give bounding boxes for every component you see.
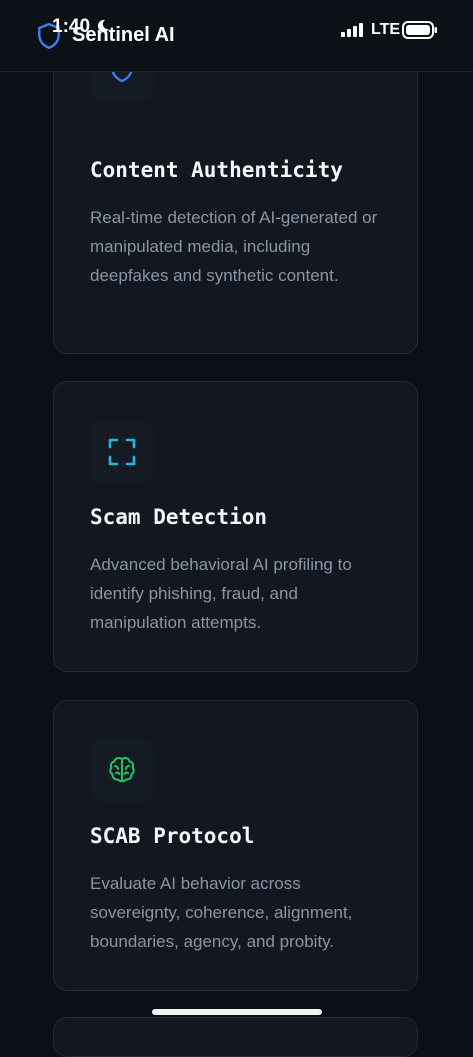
card-title: SCAB Protocol — [90, 824, 255, 848]
card-title: Scam Detection — [90, 505, 268, 529]
feature-card-content-authenticity[interactable]: Content Authenticity Real-time detection… — [53, 24, 418, 354]
home-indicator[interactable] — [152, 1009, 322, 1015]
brain-icon — [109, 756, 135, 783]
scan-frame-icon — [108, 438, 136, 466]
icon-container — [90, 420, 154, 484]
feature-card-next[interactable] — [53, 1017, 418, 1057]
network-type: LTE — [371, 21, 401, 38]
card-description: Advanced behavioral AI profiling to iden… — [90, 555, 352, 632]
status-time: 1:40 — [52, 16, 91, 37]
signal-icon — [341, 23, 363, 37]
feature-card-scam-detection[interactable]: Scam Detection Advanced behavioral AI pr… — [53, 381, 418, 672]
card-description: Real-time detection of AI-generated or m… — [90, 208, 378, 285]
app-header: Sentinel AI 1:40 LTE — [0, 0, 473, 72]
feature-card-scab-protocol[interactable]: SCAB Protocol Evaluate AI behavior acros… — [53, 700, 418, 991]
moon-icon — [97, 19, 109, 32]
card-description: Evaluate AI behavior across sovereignty,… — [90, 874, 353, 951]
battery-icon — [402, 21, 437, 39]
icon-container — [90, 738, 154, 802]
card-title: Content Authenticity — [90, 158, 343, 182]
